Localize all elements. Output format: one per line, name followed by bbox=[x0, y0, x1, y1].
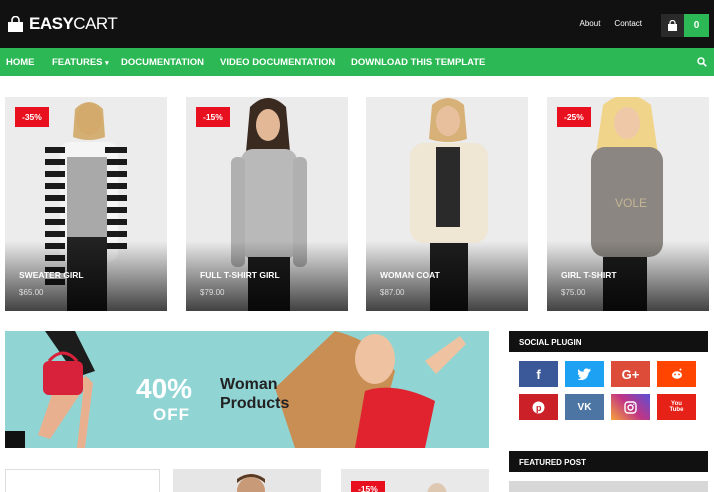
facebook-glyph: f bbox=[536, 366, 541, 382]
vk-glyph: VK bbox=[577, 401, 592, 413]
instagram-icon[interactable] bbox=[611, 394, 650, 420]
top-header: EASYCART About Contact 0 bbox=[0, 0, 714, 48]
reddit-icon[interactable] bbox=[657, 361, 696, 387]
product-image bbox=[237, 474, 265, 492]
banner-off: OFF bbox=[153, 405, 190, 424]
cart-count: 0 bbox=[684, 14, 709, 37]
product-name[interactable]: WOMAN COAT bbox=[380, 270, 440, 280]
nav-features-label: FEATURES bbox=[52, 57, 103, 68]
svg-text:p: p bbox=[536, 403, 542, 413]
cart-bag-icon bbox=[661, 14, 684, 37]
product-name[interactable]: FULL T-SHIRT GIRL bbox=[200, 270, 280, 280]
pinterest-icon[interactable]: p bbox=[519, 394, 558, 420]
chevron-down-icon: ▾ bbox=[105, 60, 109, 67]
product-name[interactable]: SWEATER GIRL bbox=[19, 270, 84, 280]
shopping-bag-icon bbox=[8, 15, 23, 32]
product-card[interactable] bbox=[5, 469, 160, 492]
logo-text: EASYCART bbox=[29, 14, 118, 33]
social-grid: f G+ p VK You Tube bbox=[519, 361, 696, 420]
promo-banner[interactable]: 40% OFF Woman Products bbox=[5, 331, 489, 448]
product-card[interactable]: -35% SWEATER GIRL $65.00 bbox=[5, 97, 167, 311]
site-logo[interactable]: EASYCART bbox=[7, 14, 118, 34]
nav-download-template[interactable]: DOWNLOAD THIS TEMPLATE bbox=[351, 57, 485, 68]
facebook-icon[interactable]: f bbox=[519, 361, 558, 387]
youtube-glyph: You Tube bbox=[669, 401, 684, 413]
nav-documentation[interactable]: DOCUMENTATION bbox=[121, 57, 204, 68]
contact-link[interactable]: Contact bbox=[614, 19, 642, 28]
featured-post-image[interactable] bbox=[509, 481, 708, 492]
product-card[interactable]: VOLE -25% GIRL T-SHIRT $75.00 bbox=[547, 97, 709, 311]
product-card[interactable]: WOMAN COAT $87.00 bbox=[366, 97, 528, 311]
product-card[interactable] bbox=[173, 469, 321, 492]
google-plus-glyph: G+ bbox=[621, 366, 640, 382]
main-nav: HOME FEATURES ▾ DOCUMENTATION VIDEO DOCU… bbox=[0, 48, 714, 76]
top-links: About Contact bbox=[580, 19, 642, 28]
product-card[interactable]: -15% bbox=[341, 469, 489, 492]
banner-discount: 40% bbox=[136, 373, 193, 404]
nav-video-documentation[interactable]: VIDEO DOCUMENTATION bbox=[220, 57, 335, 68]
banner-title: Woman Products bbox=[220, 375, 289, 413]
search-icon[interactable] bbox=[697, 57, 707, 67]
product-price: $65.00 bbox=[19, 288, 44, 297]
product-image bbox=[427, 483, 447, 492]
product-price: $79.00 bbox=[200, 288, 225, 297]
discount-badge: -35% bbox=[15, 107, 49, 127]
nav-home[interactable]: HOME bbox=[6, 57, 35, 68]
product-price: $75.00 bbox=[561, 288, 586, 297]
discount-badge: -15% bbox=[196, 107, 230, 127]
discount-badge: -25% bbox=[557, 107, 591, 127]
svg-text:VOLE: VOLE bbox=[615, 196, 647, 210]
youtube-icon[interactable]: You Tube bbox=[657, 394, 696, 420]
banner-title-line2: Products bbox=[220, 395, 290, 412]
vk-icon[interactable]: VK bbox=[565, 394, 604, 420]
banner-title-line1: Woman bbox=[220, 376, 278, 393]
featured-post-title: FEATURED POST bbox=[509, 451, 708, 472]
cart-button[interactable]: 0 bbox=[661, 14, 709, 37]
social-plugin-title: SOCIAL PLUGIN bbox=[509, 331, 708, 352]
product-price: $87.00 bbox=[380, 288, 405, 297]
twitter-icon[interactable] bbox=[565, 361, 604, 387]
about-link[interactable]: About bbox=[580, 19, 601, 28]
product-name[interactable]: GIRL T-SHIRT bbox=[561, 270, 617, 280]
nav-features[interactable]: FEATURES ▾ bbox=[52, 57, 109, 68]
product-card[interactable]: -15% FULL T-SHIRT GIRL $79.00 bbox=[186, 97, 348, 311]
google-plus-icon[interactable]: G+ bbox=[611, 361, 650, 387]
